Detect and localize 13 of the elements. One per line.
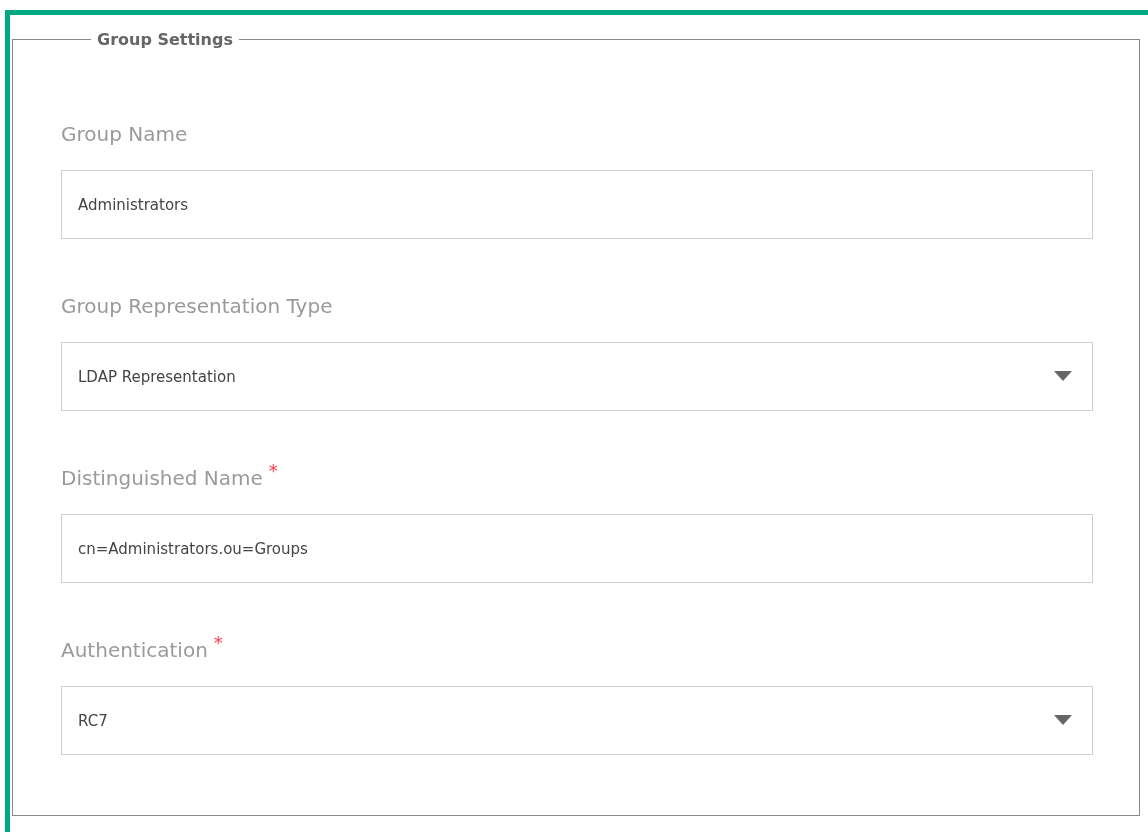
dropdown-field[interactable]: LDAP Representation [61, 342, 1093, 411]
field-label: Group Name [61, 122, 188, 146]
caret-icon [1054, 715, 1072, 726]
field-label: Distinguished Name [61, 466, 263, 490]
dropdown-field[interactable]: RC7 [61, 686, 1093, 755]
field-label: Group Representation Type [61, 294, 333, 318]
required-mark: * [268, 460, 278, 481]
input-field[interactable]: cn=Administrators.ou=Groups [61, 514, 1093, 583]
section-title: Group Settings [96, 30, 234, 49]
caret-icon [1054, 371, 1072, 382]
input-field[interactable]: Administrators [61, 170, 1093, 239]
required-mark: * [213, 632, 223, 653]
field-label: Authentication [61, 638, 208, 662]
